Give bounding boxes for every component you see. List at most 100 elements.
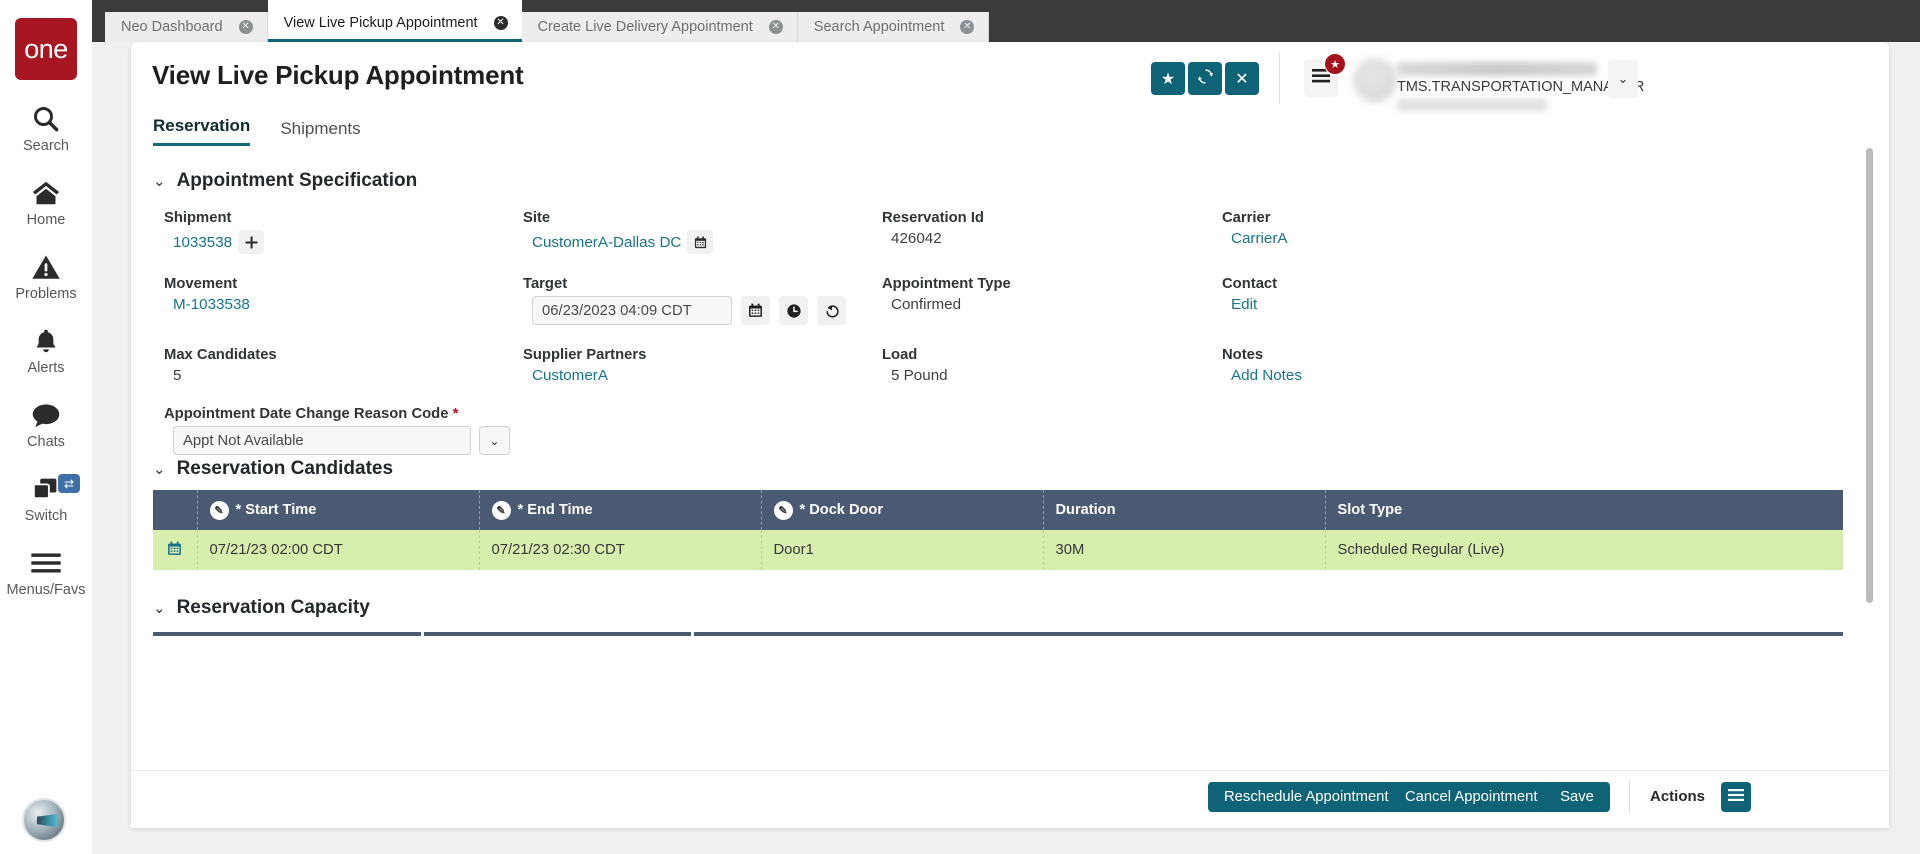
table-header-start-time[interactable]: ✎ * Start Time [196,490,479,530]
shipment-link[interactable]: 1033538 [173,234,232,251]
star-icon: ★ [1160,70,1176,88]
field-site: Site CustomerA-Dallas DC [523,210,882,254]
table-header-slot-type[interactable]: Slot Type [1324,490,1843,530]
close-icon[interactable]: ✕ [238,20,253,34]
close-icon[interactable]: ✕ [493,16,508,30]
supplier-partners-link[interactable]: CustomerA [523,367,882,384]
table-header-duration[interactable]: Duration [1042,490,1325,530]
reservation-candidates-table: ✎ * Start Time ✎ * End Time ✎ * Dock Doo… [153,490,1843,570]
section-title: Appointment Specification [176,170,418,191]
site-link[interactable]: CustomerA-Dallas DC [532,234,681,251]
revert-icon[interactable] [817,296,846,325]
sidebar-item-menus-favs[interactable]: Menus/Favs [0,546,92,598]
table-header-end-time[interactable]: ✎ * End Time [478,490,761,530]
field-max-candidates: Max Candidates 5 [164,347,523,384]
vertical-scrollbar[interactable] [1866,148,1873,603]
brand-logo[interactable]: one [15,18,77,80]
table-row[interactable]: 07/21/23 02:00 CDT 07/21/23 02:30 CDT Do… [153,530,1843,570]
browser-tab-view-live-pickup-appointment[interactable]: View Live Pickup Appointment ✕ [267,0,522,42]
browser-tab-create-live-delivery-appointment[interactable]: Create Live Delivery Appointment ✕ [521,12,798,42]
refresh-button[interactable] [1188,62,1222,95]
sidebar-item-search[interactable]: Search [0,102,92,154]
table-header-label: * Start Time [235,502,317,518]
cancel-appointment-button[interactable]: Cancel Appointment [1389,782,1554,812]
field-carrier: Carrier CarrierA [1222,210,1552,254]
reschedule-appointment-button[interactable]: Reschedule Appointment [1208,782,1405,812]
field-reason-code: Appointment Date Change Reason Code * ⌄ [164,406,882,455]
table-header-row: ✎ * Start Time ✎ * End Time ✎ * Dock Doo… [153,490,1843,530]
bell-icon [32,324,60,358]
favorite-button[interactable]: ★ [1151,62,1185,95]
table-header-label: * End Time [517,502,593,518]
calendar-icon[interactable] [687,230,714,254]
field-value: 426042 [891,230,942,247]
save-button[interactable]: Save [1544,782,1610,812]
section-title: Reservation Candidates [176,458,394,479]
capacity-table-header-rule [153,632,1843,636]
field-reservation-id: Reservation Id 426042 [882,210,1222,254]
field-label-text: Appointment Date Change Reason Code [164,406,449,422]
field-label: Site [523,210,551,226]
sidebar-item-chats[interactable]: Chats [0,398,92,450]
tab-label: Reservation [153,116,251,135]
hamburger-icon [31,546,61,580]
windows-icon [31,472,61,506]
page-card: View Live Pickup Appointment ★ ✕ ★ TMS.T… [131,42,1889,828]
pencil-icon: ✎ [209,500,229,520]
close-icon[interactable]: ✕ [960,20,975,34]
field-label: Appointment Date Change Reason Code * [164,406,882,422]
actions-menu-button[interactable] [1721,782,1751,812]
sidebar-item-label: Problems [15,286,77,302]
pencil-icon: ✎ [491,500,511,520]
close-page-button[interactable]: ✕ [1225,62,1259,95]
hamburger-icon [1728,788,1744,806]
user-menu-caret[interactable]: ⌄ [1608,60,1638,98]
browser-tab-neo-dashboard[interactable]: Neo Dashboard ✕ [105,12,268,42]
section-appointment-specification[interactable]: ⌄ Appointment Specification [153,170,417,192]
browser-tab-search-appointment[interactable]: Search Appointment ✕ [797,12,990,42]
cell-dock-door[interactable]: Door1 [760,530,1043,570]
clock-icon[interactable] [779,296,808,325]
table-header-select [153,490,197,530]
table-header-dock-door[interactable]: ✎ * Dock Door [760,490,1043,530]
close-icon[interactable]: ✕ [768,20,783,34]
chevron-down-icon: ⌄ [153,600,166,617]
add-notes-link[interactable]: Add Notes [1222,367,1552,384]
contact-edit-link[interactable]: Edit [1222,296,1552,313]
reason-code-dropdown-caret[interactable]: ⌄ [479,426,510,455]
row-calendar-icon[interactable] [153,530,197,570]
plus-icon[interactable] [238,230,265,254]
calendar-icon[interactable] [741,296,770,325]
tab-reservation[interactable]: Reservation [153,116,251,146]
cell-start-time[interactable]: 07/21/23 02:00 CDT [196,530,479,570]
sidebar-item-alerts[interactable]: Alerts [0,324,92,376]
chevron-down-icon: ⌄ [153,173,166,190]
sidebar-item-switch[interactable]: ⇄ Switch [0,472,92,524]
sidebar-item-label: Alerts [27,360,65,376]
sidebar-item-label: Menus/Favs [6,582,86,598]
section-reservation-capacity[interactable]: ⌄ Reservation Capacity [153,597,370,619]
field-label: Max Candidates [164,347,277,363]
target-datetime-input[interactable] [532,296,732,325]
browser-tab-strip: Neo Dashboard ✕ View Live Pickup Appoint… [92,0,1920,42]
browser-tab-label: Neo Dashboard [121,19,223,35]
cell-duration: 30M [1042,530,1325,570]
view-tabs: Reservation Shipments [153,116,361,146]
cell-end-time[interactable]: 07/21/23 02:30 CDT [478,530,761,570]
appointment-fields-grid: Shipment 1033538 Site CustomerA-Dallas D… [164,210,1854,455]
avatar[interactable] [22,798,66,842]
field-movement: Movement M-1033538 [164,276,523,325]
swap-arrows-icon[interactable]: ⇄ [58,474,80,493]
star-icon: ★ [1330,58,1340,71]
browser-tab-label: View Live Pickup Appointment [283,15,478,31]
sidebar-item-problems[interactable]: Problems [0,250,92,302]
carrier-link[interactable]: CarrierA [1222,230,1552,247]
sidebar-item-home[interactable]: Home [0,176,92,228]
user-avatar[interactable] [1353,58,1397,102]
field-contact: Contact Edit [1222,276,1552,325]
reason-code-input[interactable] [173,426,471,455]
movement-link[interactable]: M-1033538 [164,296,523,313]
tab-shipments[interactable]: Shipments [280,119,360,146]
section-reservation-candidates[interactable]: ⌄ Reservation Candidates [153,458,393,480]
home-icon [31,176,61,210]
